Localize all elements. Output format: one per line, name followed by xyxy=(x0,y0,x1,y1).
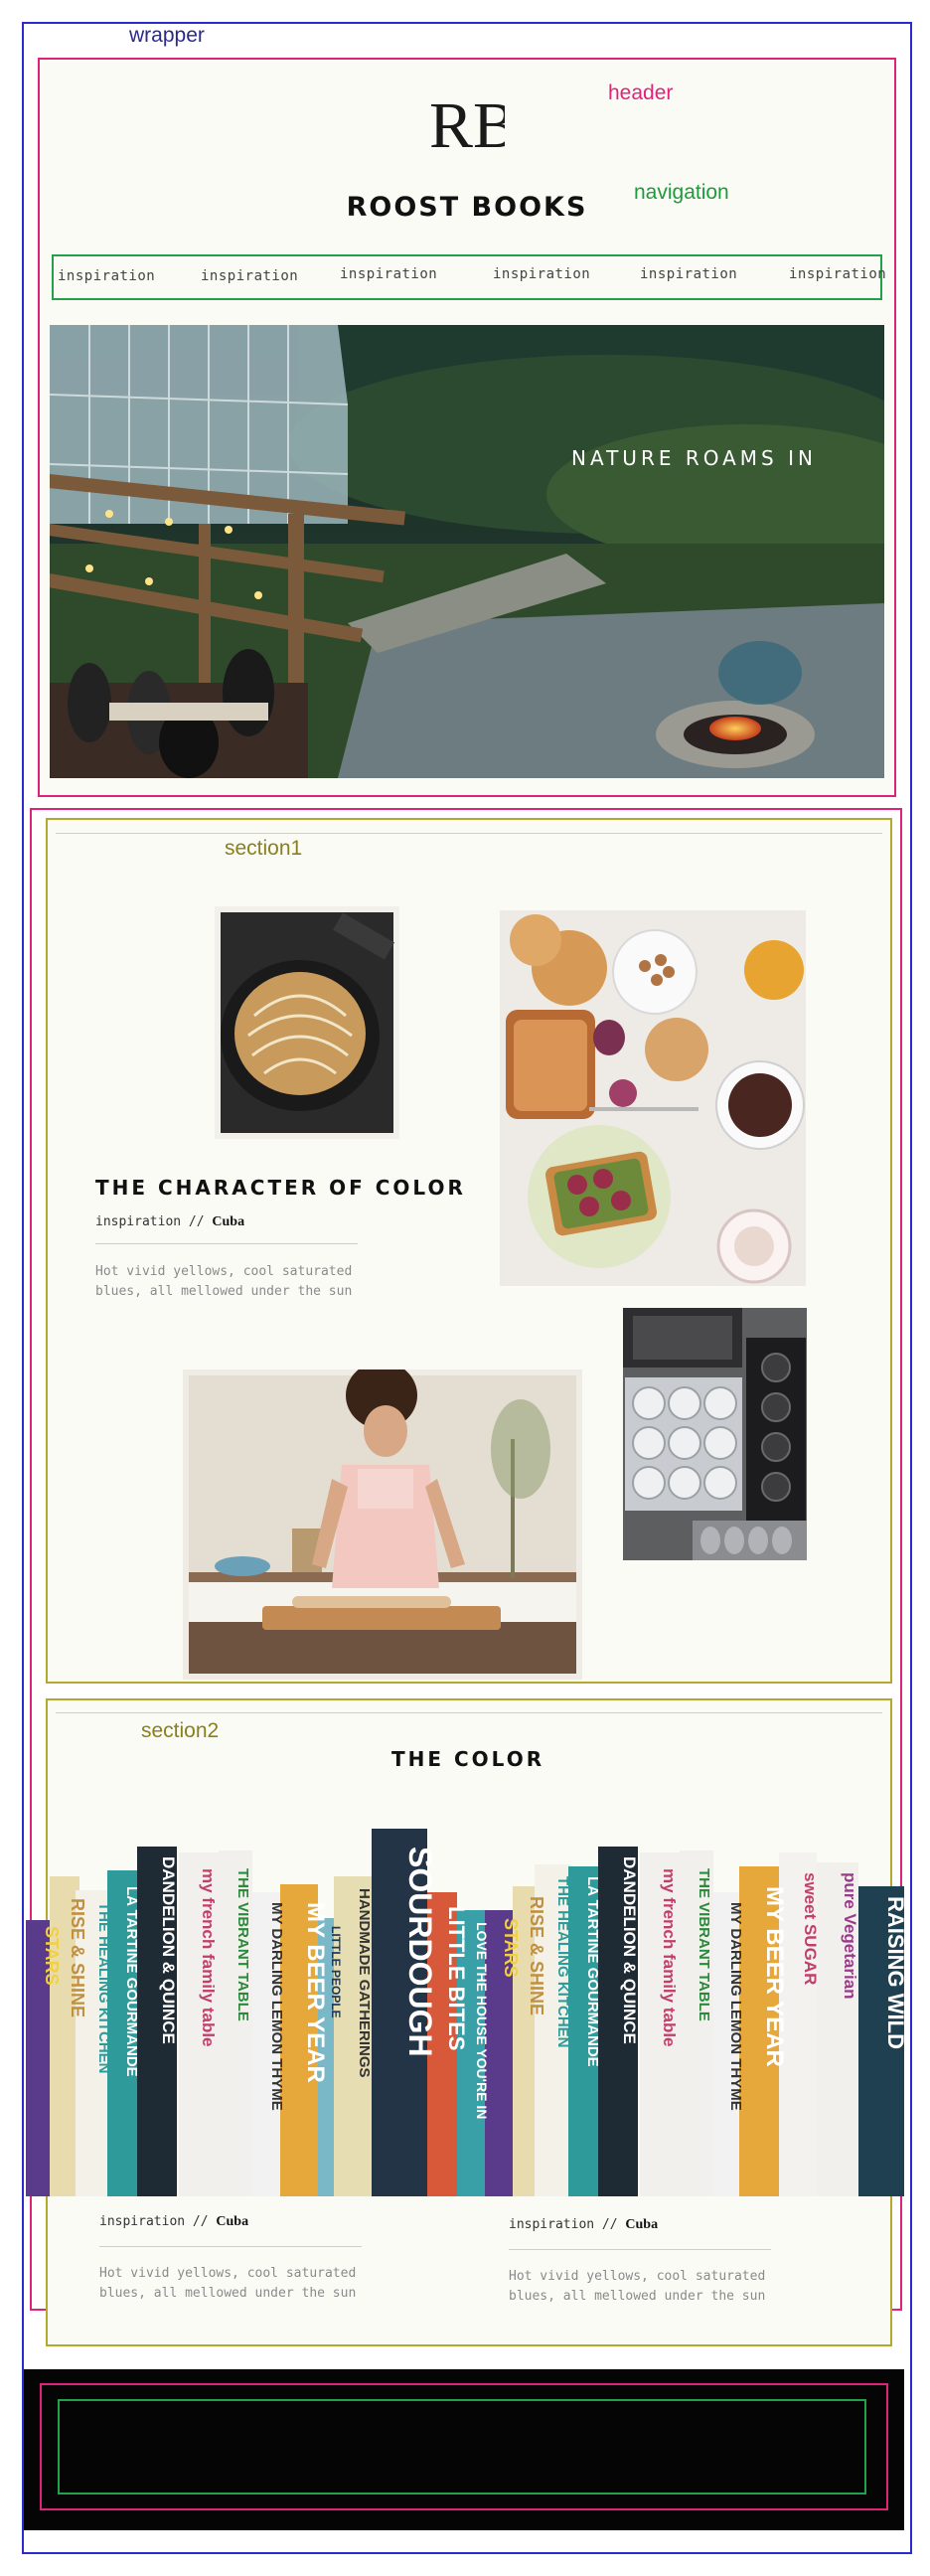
section2-col1-description-line2: blues, all mellowed under the sun xyxy=(99,2286,357,2301)
section2-col2-meta-place[interactable]: Cuba xyxy=(625,2217,658,2232)
section1-meta-separator: // xyxy=(188,1214,205,1229)
svg-text:STARS: STARS xyxy=(501,1918,521,1978)
svg-text:LOVE THE HOUSE YOU'RE IN: LOVE THE HOUSE YOU'RE IN xyxy=(474,1922,490,2119)
svg-text:RISE & SHINE: RISE & SHINE xyxy=(527,1896,546,2015)
section2-col2-meta: inspiration // Cuba xyxy=(509,2217,658,2233)
svg-text:MY DARLING LEMON THYME: MY DARLING LEMON THYME xyxy=(727,1902,744,2111)
svg-text:THE VIBRANT TABLE: THE VIBRANT TABLE xyxy=(696,1868,712,2021)
navigation xyxy=(52,254,882,300)
section1-meta-label[interactable]: inspiration xyxy=(95,1214,181,1229)
svg-text:STARS: STARS xyxy=(42,1926,62,1986)
section2-col2-meta-label[interactable]: inspiration xyxy=(509,2217,594,2232)
hero-image xyxy=(50,325,884,778)
section2-divider xyxy=(56,1712,882,1713)
nav-item-6[interactable]: inspiration xyxy=(789,266,886,282)
section2-col1-meta: inspiration // Cuba xyxy=(99,2214,248,2230)
section2-col1-description: Hot vivid yellows, cool saturated blues,… xyxy=(99,2264,356,2304)
section2-col2-description-line1: Hot vivid yellows, cool saturated xyxy=(509,2269,766,2284)
svg-text:LITTLE PEOPLE: LITTLE PEOPLE xyxy=(329,1926,343,2018)
section2-col1-divider xyxy=(99,2246,362,2247)
svg-text:LITTLE BITES: LITTLE BITES xyxy=(444,1906,469,2050)
muffin-tins-photo xyxy=(623,1308,807,1560)
section1-text-divider xyxy=(95,1243,358,1244)
brand-title: ROOST BOOKS xyxy=(346,192,588,223)
svg-text:SOURDOUGH: SOURDOUGH xyxy=(402,1847,438,2057)
svg-text:LA TARTINE GOURMANDE: LA TARTINE GOURMANDE xyxy=(123,1886,140,2077)
svg-text:DANDELION & QUINCE: DANDELION & QUINCE xyxy=(620,1856,639,2044)
svg-text:RISE & SHINE: RISE & SHINE xyxy=(68,1898,87,2017)
svg-text:MY BEER YEAR: MY BEER YEAR xyxy=(302,1902,329,2083)
section2-col2-meta-separator: // xyxy=(601,2217,618,2232)
nav-item-1[interactable]: inspiration xyxy=(58,268,155,284)
hero-caption: NATURE ROAMS IN xyxy=(571,446,817,470)
svg-text:RAISING WILD: RAISING WILD xyxy=(883,1896,906,2049)
nav-item-3[interactable]: inspiration xyxy=(340,266,437,282)
svg-text:DANDELION & QUINCE: DANDELION & QUINCE xyxy=(159,1856,178,2044)
nav-item-4[interactable]: inspiration xyxy=(493,266,590,282)
svg-text:MY DARLING LEMON THYME: MY DARLING LEMON THYME xyxy=(268,1902,285,2111)
header-label: header xyxy=(608,81,674,104)
section1-meta-place[interactable]: Cuba xyxy=(212,1214,244,1229)
svg-text:pure Vegetarian: pure Vegetarian xyxy=(841,1872,859,2000)
wrapper-label: wrapper xyxy=(129,24,205,47)
bookshelf-image: STARS RISE & SHINE THE HEALING KITCHEN L… xyxy=(24,1807,906,2196)
section2-col1-description-line1: Hot vivid yellows, cool saturated xyxy=(99,2266,357,2281)
section2-label: section2 xyxy=(141,1719,220,1742)
breakfast-photo xyxy=(500,910,806,1286)
section1-label: section1 xyxy=(225,837,303,860)
section1-description: Hot vivid yellows, cool saturated blues,… xyxy=(95,1262,352,1302)
svg-text:my french family table: my french family table xyxy=(660,1868,679,2047)
svg-text:LA TARTINE GOURMANDE: LA TARTINE GOURMANDE xyxy=(584,1876,601,2067)
section1-title: THE CHARACTER OF COLOR xyxy=(95,1176,466,1200)
bread-photo xyxy=(215,906,399,1139)
svg-text:my french family table: my french family table xyxy=(199,1868,218,2047)
nav-item-5[interactable]: inspiration xyxy=(640,266,737,282)
svg-text:MY BEER YEAR: MY BEER YEAR xyxy=(761,1886,788,2067)
section2-col2-divider xyxy=(509,2249,771,2250)
svg-text:sweet SUGAR: sweet SUGAR xyxy=(801,1872,820,1985)
baker-photo xyxy=(183,1369,582,1680)
nav-item-2[interactable]: inspiration xyxy=(201,268,298,284)
section2-title: THE COLOR xyxy=(391,1747,545,1771)
svg-text:THE VIBRANT TABLE: THE VIBRANT TABLE xyxy=(234,1868,251,2021)
section1-description-line1: Hot vivid yellows, cool saturated xyxy=(95,1264,353,1279)
footer-navigation xyxy=(58,2399,866,2495)
svg-text:THE HEALING KITCHEN: THE HEALING KITCHEN xyxy=(95,1902,112,2074)
section2-col1-meta-label[interactable]: inspiration xyxy=(99,2214,185,2229)
roost-books-logo[interactable]: RB xyxy=(429,91,505,157)
section1-divider xyxy=(56,833,882,834)
section2-col2-description: Hot vivid yellows, cool saturated blues,… xyxy=(509,2267,765,2307)
svg-text:THE HEALING KITCHEN: THE HEALING KITCHEN xyxy=(554,1876,571,2048)
section2-col1-meta-separator: // xyxy=(192,2214,209,2229)
svg-text:HANDMADE GATHERINGS: HANDMADE GATHERINGS xyxy=(356,1888,373,2078)
section2-col1-meta-place[interactable]: Cuba xyxy=(216,2214,248,2229)
section1-description-line2: blues, all mellowed under the sun xyxy=(95,1284,353,1299)
logo-text: RB xyxy=(429,91,505,157)
section1-meta: inspiration // Cuba xyxy=(95,1214,244,1230)
section2-col2-description-line2: blues, all mellowed under the sun xyxy=(509,2289,766,2304)
